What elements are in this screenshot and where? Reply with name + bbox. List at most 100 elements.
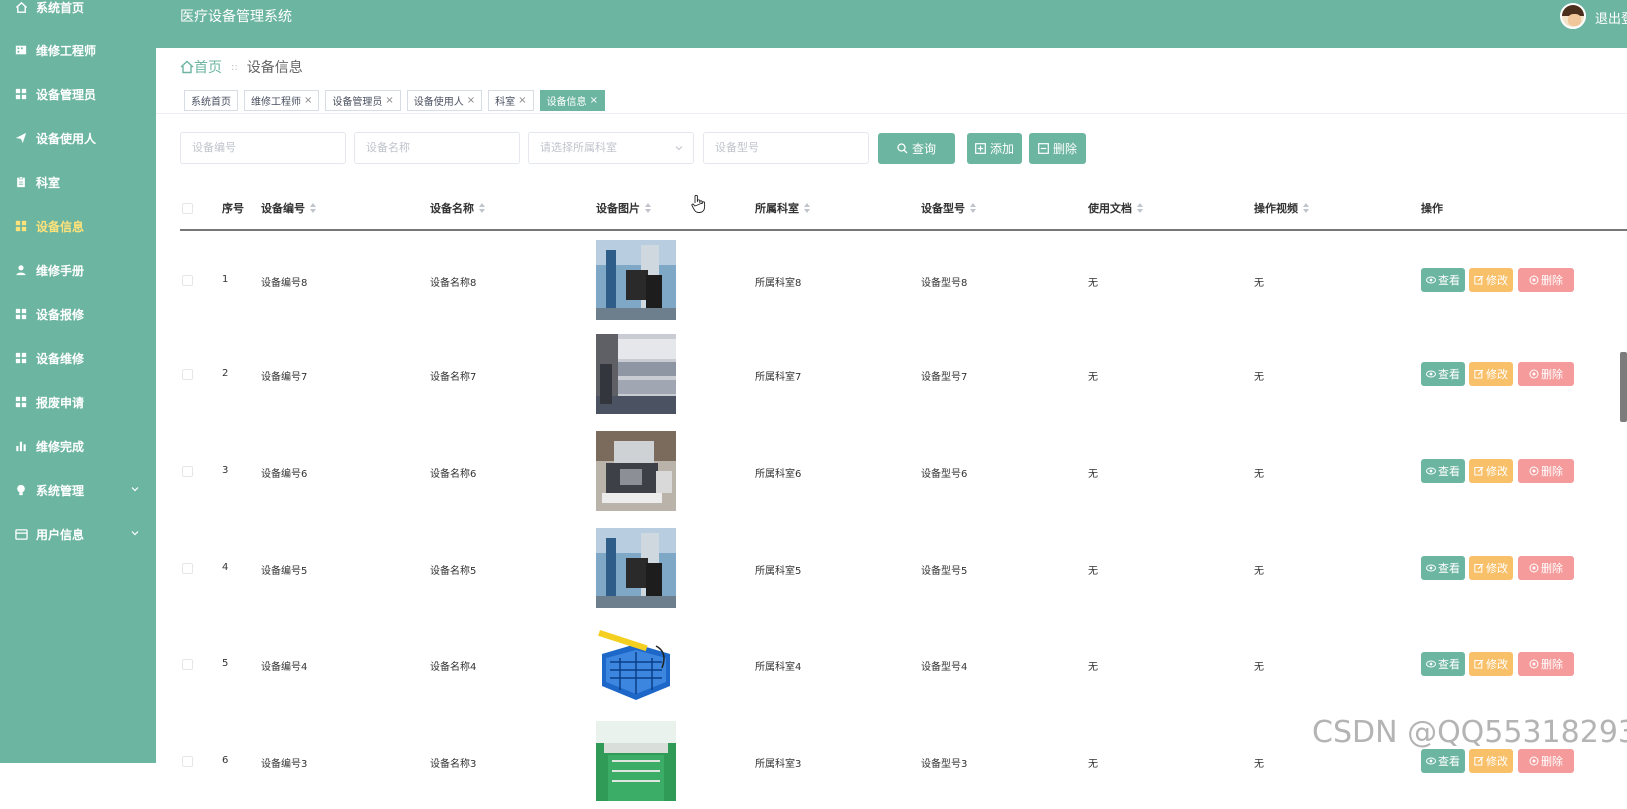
device-model-cell: 设备型号5 <box>921 566 968 577</box>
sort-icon <box>1137 203 1143 213</box>
device-name-input[interactable]: 设备名称 <box>354 132 520 164</box>
view-button-label: 查看 <box>1438 274 1460 287</box>
view-button-label: 查看 <box>1438 465 1460 478</box>
eye-icon <box>1426 370 1436 378</box>
sidebar-item-5[interactable]: 科室 <box>0 168 156 196</box>
device-image[interactable] <box>596 334 676 414</box>
breadcrumb-home[interactable]: 首页 <box>180 57 222 77</box>
device-code-input[interactable]: 设备编号 <box>180 132 346 164</box>
logout-link[interactable]: 退出登 <box>1595 8 1627 27</box>
delete-button[interactable]: 删除 <box>1518 459 1574 483</box>
tag-2[interactable]: 维修工程师 × <box>244 90 320 111</box>
eye-icon <box>1426 660 1436 668</box>
close-icon[interactable]: × <box>304 95 312 106</box>
column-header-image[interactable]: 设备图片 <box>596 200 651 216</box>
device-code-cell: 设备编号5 <box>261 566 308 577</box>
view-button[interactable]: 查看 <box>1421 652 1465 676</box>
sidebar-item-2[interactable]: 维修工程师 <box>0 36 156 64</box>
sidebar-item-4[interactable]: 设备使用人 <box>0 124 156 152</box>
edit-button[interactable]: 修改 <box>1469 459 1513 483</box>
query-button[interactable]: 查询 <box>878 133 955 164</box>
device-name-cell: 设备名称7 <box>430 372 477 383</box>
department-select[interactable]: 请选择所属科室 <box>528 132 694 164</box>
delete-circle-icon <box>1529 369 1539 379</box>
delete-button[interactable]: 删除 <box>1518 652 1574 676</box>
plus-square-icon <box>975 143 986 154</box>
device-image[interactable] <box>596 240 676 320</box>
column-header-model[interactable]: 设备型号 <box>921 200 976 216</box>
tag-6[interactable]: 设备信息 × <box>539 90 605 111</box>
edit-button[interactable]: 修改 <box>1469 268 1513 292</box>
hand-cursor-icon <box>691 194 706 213</box>
close-icon[interactable]: × <box>518 95 526 106</box>
edit-button[interactable]: 修改 <box>1469 556 1513 580</box>
select-all-checkbox[interactable] <box>182 203 193 214</box>
device-image[interactable] <box>596 431 676 511</box>
close-icon[interactable]: × <box>590 95 598 106</box>
delete-circle-icon <box>1529 563 1539 573</box>
delete-button[interactable]: 删除 <box>1518 362 1574 386</box>
row-checkbox[interactable] <box>182 563 193 574</box>
scrollbar-thumb[interactable] <box>1620 352 1627 422</box>
column-header-name[interactable]: 设备名称 <box>430 200 485 216</box>
sidebar-item-3[interactable]: 设备管理员 <box>0 80 156 108</box>
row-checkbox[interactable] <box>182 369 193 380</box>
delete-button[interactable]: 删除 <box>1518 556 1574 580</box>
column-header-actions: 操作 <box>1421 202 1443 215</box>
add-button[interactable]: 添加 <box>967 133 1022 164</box>
edit-button[interactable]: 修改 <box>1469 652 1513 676</box>
view-button[interactable]: 查看 <box>1421 749 1465 773</box>
clipboard-icon <box>14 175 28 189</box>
row-checkbox[interactable] <box>182 466 193 477</box>
view-button[interactable]: 查看 <box>1421 556 1465 580</box>
tag-label: 设备使用人 <box>413 97 464 108</box>
tag-4[interactable]: 设备使用人 × <box>406 90 483 111</box>
tag-3[interactable]: 设备管理员 × <box>325 90 401 111</box>
watermark: CSDN @QQ55318293 <box>1312 715 1627 750</box>
view-button[interactable]: 查看 <box>1421 362 1465 386</box>
close-icon[interactable]: × <box>385 95 393 106</box>
edit-button[interactable]: 修改 <box>1469 749 1513 773</box>
tag-label: 维修工程师 <box>251 97 301 108</box>
delete-button[interactable]: 删除 <box>1518 268 1574 292</box>
column-header-video[interactable]: 操作视频 <box>1254 200 1309 216</box>
delete-button[interactable]: 删除 <box>1518 749 1574 773</box>
batch-delete-button[interactable]: 删除 <box>1029 133 1086 164</box>
row-checkbox[interactable] <box>182 756 193 767</box>
delete-button-label: 删除 <box>1541 368 1563 381</box>
device-model-input[interactable]: 设备型号 <box>703 132 869 164</box>
edit-button-label: 修改 <box>1486 465 1508 478</box>
row-checkbox[interactable] <box>182 275 193 286</box>
avatar[interactable] <box>1560 3 1586 29</box>
column-header-department[interactable]: 所属科室 <box>755 200 810 216</box>
document-cell: 无 <box>1088 372 1098 383</box>
tag-5[interactable]: 科室 × <box>488 90 534 111</box>
table-row: 3 设备编号6 设备名称6 所属科室6 设备型号6 无 无 查看 修改 删除 <box>0 423 1627 519</box>
device-image[interactable] <box>596 528 676 608</box>
sidebar-item-1[interactable]: 系统首页 <box>0 0 156 21</box>
view-button[interactable]: 查看 <box>1421 268 1465 292</box>
tag-1[interactable]: 系统首页 <box>184 90 238 111</box>
edit-button-label: 修改 <box>1486 658 1508 671</box>
tag-label: 设备管理员 <box>332 97 383 108</box>
row-checkbox[interactable] <box>182 659 193 670</box>
device-image[interactable] <box>596 721 676 801</box>
column-header-code[interactable]: 设备编号 <box>261 200 316 216</box>
document-cell: 无 <box>1088 662 1098 673</box>
building-icon <box>14 43 28 57</box>
close-icon[interactable]: × <box>467 95 475 106</box>
edit-button[interactable]: 修改 <box>1469 362 1513 386</box>
delete-circle-icon <box>1529 275 1539 285</box>
row-index: 2 <box>222 368 229 379</box>
view-button-label: 查看 <box>1438 368 1460 381</box>
device-image[interactable] <box>596 624 676 704</box>
sidebar-item-label: 科室 <box>36 175 61 190</box>
search-icon <box>897 143 908 154</box>
device-code-cell: 设备编号7 <box>261 372 308 383</box>
delete-button-label: 删除 <box>1541 465 1563 478</box>
sort-icon <box>804 203 810 213</box>
view-button[interactable]: 查看 <box>1421 459 1465 483</box>
sidebar-item-label: 系统首页 <box>36 0 85 15</box>
column-header-document[interactable]: 使用文档 <box>1088 200 1143 216</box>
device-model-cell: 设备型号8 <box>921 278 968 289</box>
